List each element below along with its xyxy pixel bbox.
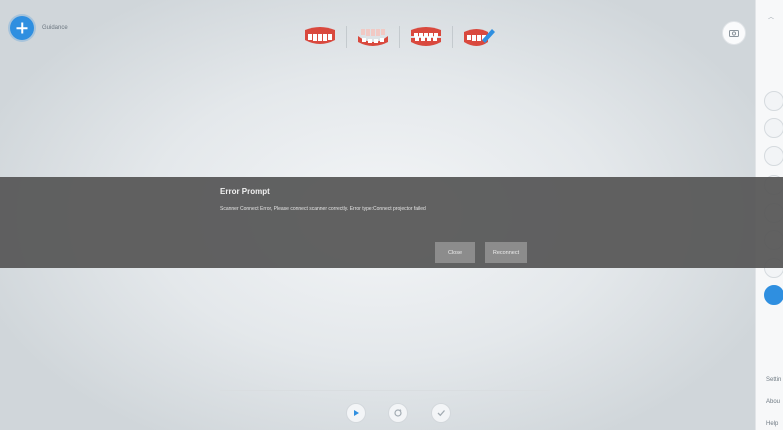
refresh-button[interactable] — [388, 403, 408, 423]
close-button[interactable]: Close — [435, 242, 475, 263]
add-button[interactable] — [10, 16, 34, 40]
bottom-divider — [220, 390, 550, 391]
settings-link[interactable]: Settin — [766, 377, 781, 383]
teeth-lower-icon[interactable] — [353, 24, 393, 50]
teeth-bite-icon[interactable] — [406, 24, 446, 50]
fit-view-icon[interactable] — [764, 91, 783, 111]
rotate-icon[interactable] — [764, 118, 783, 138]
teeth-edit-icon[interactable] — [459, 24, 499, 50]
guidance-label[interactable]: Guidance — [42, 25, 68, 31]
scan-workspace: Guidance ︿ Settin Abou Help Error Prompt… — [0, 0, 783, 430]
about-link[interactable]: Abou — [766, 399, 780, 405]
tooth-scan-icon[interactable] — [764, 285, 783, 305]
play-button[interactable] — [346, 403, 366, 423]
toolbar-divider — [346, 26, 347, 48]
toolbar-divider — [399, 26, 400, 48]
check-button[interactable] — [431, 403, 451, 423]
teeth-upper-icon[interactable] — [300, 24, 340, 50]
chevron-up-icon[interactable]: ︿ — [768, 12, 774, 21]
camera-icon[interactable] — [722, 21, 746, 45]
scan-mode-toolbar — [300, 24, 499, 50]
error-message: Scanner Connect Error, Please connect sc… — [220, 206, 426, 212]
error-title: Error Prompt — [220, 187, 270, 196]
pan-icon[interactable] — [764, 146, 783, 166]
guidance-area: Guidance — [10, 16, 68, 40]
toolbar-divider — [452, 26, 453, 48]
help-link[interactable]: Help — [766, 421, 778, 427]
error-prompt-dialog: Error Prompt Scanner Connect Error, Plea… — [0, 177, 783, 268]
reconnect-button[interactable]: Reconnect — [485, 242, 527, 263]
